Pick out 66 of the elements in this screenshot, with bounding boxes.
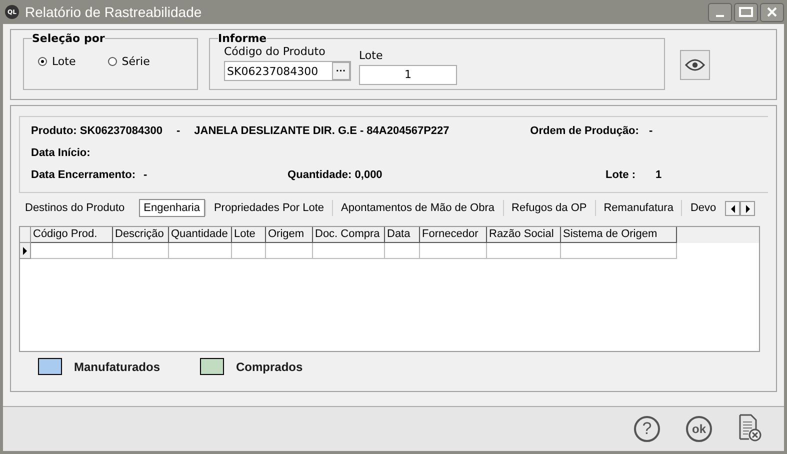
- group-title: Informe: [218, 32, 267, 45]
- tab[interactable]: Propriedades Por Lote: [204, 200, 332, 216]
- production-order-label: Ordem de Produção:: [530, 124, 639, 136]
- product-code-field[interactable]: SK06237084300 ···: [224, 61, 351, 81]
- product-text: Produto: SK06237084300: [31, 124, 162, 136]
- tab[interactable]: Refugos da OP: [502, 200, 595, 216]
- production-order-value: -: [648, 124, 653, 136]
- maximize-icon: [739, 7, 753, 17]
- lot-value: 1: [656, 168, 662, 180]
- row-indicator-icon: [22, 246, 28, 256]
- column-header[interactable]: Origem: [266, 227, 313, 243]
- table-cell: [420, 243, 487, 259]
- scroll-left-button[interactable]: [725, 201, 740, 216]
- maximize-button[interactable]: [734, 2, 758, 22]
- column-header[interactable]: Descrição: [113, 227, 169, 243]
- view-button[interactable]: [680, 50, 710, 80]
- table-cell: [232, 243, 266, 259]
- tab[interactable]: Destinos do Produto: [21, 200, 133, 216]
- radio-label[interactable]: Série: [122, 55, 150, 68]
- tab[interactable]: Engenharia: [138, 199, 205, 217]
- legend-label: Manufaturados: [74, 360, 160, 374]
- close-icon: [766, 7, 778, 17]
- field-label: Código do Produto: [224, 45, 326, 58]
- tab[interactable]: Apontamentos de Mão de Obra: [332, 200, 503, 216]
- row-selector-cell[interactable]: [20, 243, 31, 259]
- lot-field[interactable]: 1: [359, 65, 457, 85]
- field-label: Lote: [359, 49, 384, 62]
- radio-button[interactable]: [108, 57, 117, 66]
- table-cell: [266, 243, 313, 259]
- left-arrow-icon: [730, 204, 736, 212]
- scroll-right-button[interactable]: [740, 201, 755, 216]
- end-date-value: -: [142, 168, 148, 180]
- separator-text: -: [176, 124, 180, 136]
- column-header[interactable]: Lote: [232, 227, 266, 243]
- minimize-button[interactable]: [708, 2, 732, 22]
- radio-button[interactable]: [38, 57, 47, 66]
- column-header[interactable]: Razão Social: [487, 227, 561, 243]
- column-header[interactable]: Sistema de Origem: [561, 227, 677, 243]
- tab[interactable]: Devo: [681, 200, 724, 216]
- column-header[interactable]: Data: [385, 227, 420, 243]
- help-button[interactable]: ?: [634, 416, 660, 442]
- eye-icon: [685, 59, 705, 71]
- group-title: Seleção por: [32, 32, 105, 45]
- minimize-icon: [716, 15, 724, 17]
- browse-button[interactable]: ···: [332, 62, 350, 80]
- lot-label: Lote :: [606, 168, 636, 180]
- column-header[interactable]: Doc. Compra: [313, 227, 385, 243]
- right-arrow-icon: [744, 204, 750, 212]
- column-header[interactable]: Fornecedor: [420, 227, 487, 243]
- legend-label: Comprados: [236, 360, 303, 374]
- table-cell: [169, 243, 232, 259]
- table-cell: [313, 243, 385, 259]
- column-header[interactable]: Código Prod.: [31, 227, 113, 243]
- end-date-label: Data Encerramento:: [31, 168, 136, 180]
- table-cell: [113, 243, 169, 259]
- start-date-label: Data Início:: [31, 146, 90, 158]
- close-button[interactable]: [760, 2, 784, 22]
- product-description: JANELA DESLIZANTE DIR. G.E - 84A204567P227: [194, 124, 450, 136]
- table-cell: [385, 243, 420, 259]
- document-close-icon: [738, 414, 762, 442]
- ok-button[interactable]: ok: [686, 416, 712, 442]
- column-header[interactable]: Quantidade: [169, 227, 232, 243]
- quantity-text: Quantidade: 0,000: [288, 168, 384, 180]
- window-title: Relatório de Rastreabilidade: [25, 4, 202, 20]
- radio-label[interactable]: Lote: [52, 55, 76, 68]
- tab[interactable]: Remanufatura: [594, 200, 682, 216]
